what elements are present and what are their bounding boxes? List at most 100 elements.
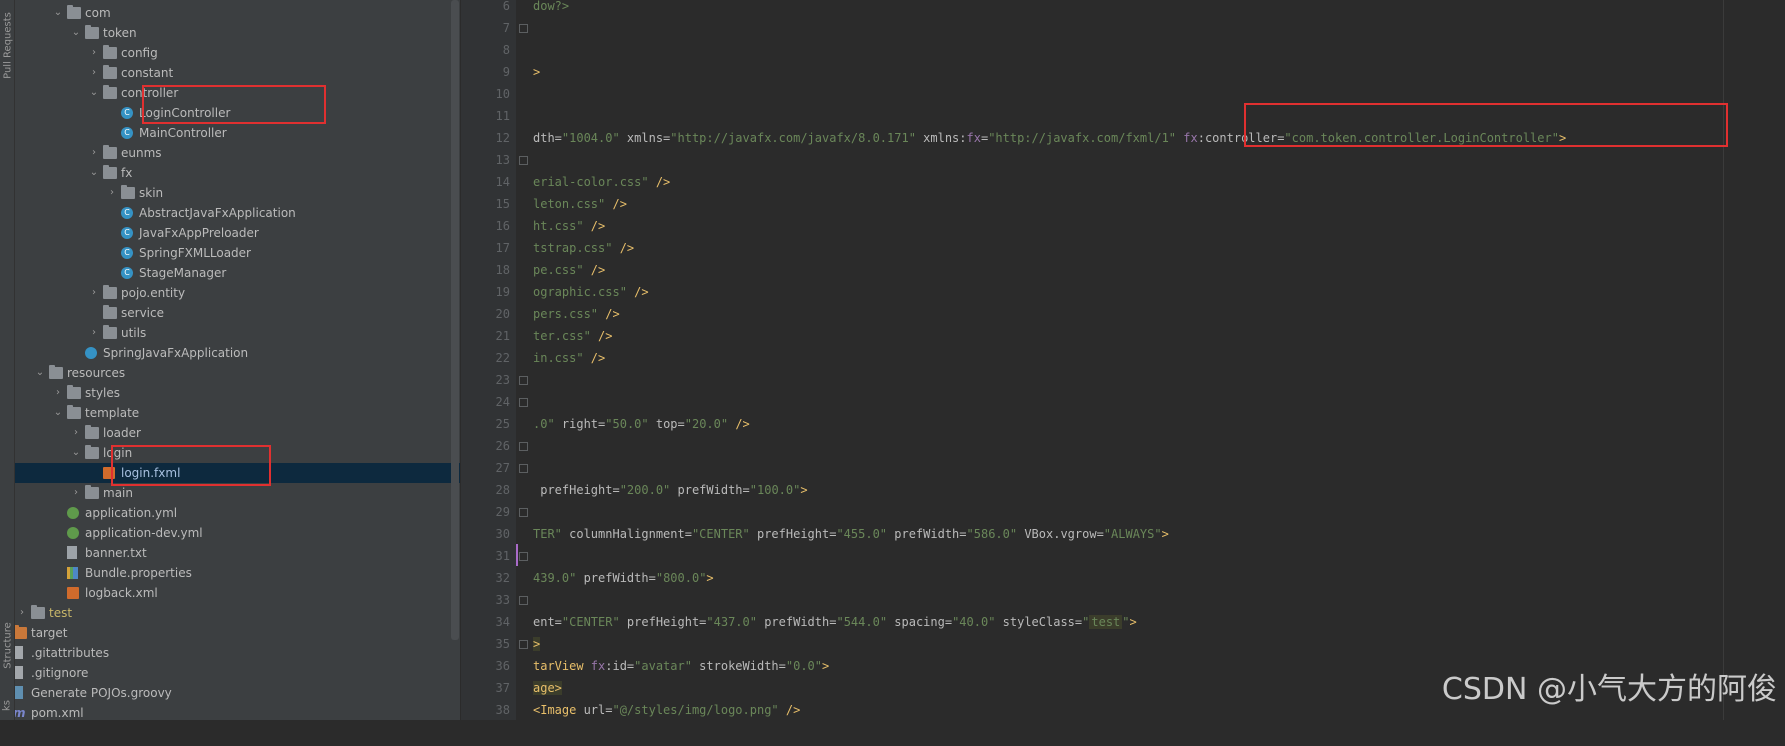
chevron-down-icon[interactable]: ⌄ xyxy=(71,23,81,43)
tree-item[interactable]: ⌄ token xyxy=(15,23,460,43)
code-line[interactable]: dth="1004.0" xmlns="http://javafx.com/ja… xyxy=(533,127,1566,149)
tree-item[interactable]: ⌄ template xyxy=(15,403,460,423)
code-line[interactable]: ter.css" /> xyxy=(533,325,612,347)
fold-marker-icon[interactable] xyxy=(519,508,528,517)
code-line[interactable]: ent="CENTER" prefHeight="437.0" prefWidt… xyxy=(533,611,1137,633)
chevron-down-icon[interactable]: ⌄ xyxy=(53,403,63,423)
tree-item[interactable]: C AbstractJavaFxApplication xyxy=(15,203,460,223)
chevron-right-icon[interactable]: › xyxy=(89,323,99,343)
fold-marker-icon[interactable] xyxy=(519,552,528,561)
tree-item[interactable]: C JavaFxAppPreloader xyxy=(15,223,460,243)
chevron-right-icon[interactable]: › xyxy=(71,483,81,503)
tree-item[interactable]: › eunms xyxy=(15,143,460,163)
code-line[interactable]: TER" columnHalignment="CENTER" prefHeigh… xyxy=(533,523,1169,545)
chevron-right-icon[interactable]: › xyxy=(89,283,99,303)
tree-item[interactable]: › constant xyxy=(15,63,460,83)
tree-item[interactable]: ⌄ resources xyxy=(15,363,460,383)
code-line[interactable]: erial-color.css" /> xyxy=(533,171,670,193)
tree-item[interactable]: ›target xyxy=(15,623,460,643)
chevron-down-icon[interactable]: ⌄ xyxy=(71,443,81,463)
tree-item[interactable]: C LoginController xyxy=(15,103,460,123)
tree-item[interactable]: logback.xml xyxy=(15,583,460,603)
chevron-down-icon[interactable]: ⌄ xyxy=(89,83,99,103)
tree-item[interactable]: Bundle.properties xyxy=(15,563,460,583)
tree-item[interactable]: › utils xyxy=(15,323,460,343)
code-line[interactable]: > xyxy=(533,61,540,83)
code-line[interactable]: 439.0" prefWidth="800.0"> xyxy=(533,567,714,589)
chevron-right-icon[interactable]: › xyxy=(71,423,81,443)
code-line[interactable]: leton.css" /> xyxy=(533,193,627,215)
fold-marker-icon[interactable] xyxy=(519,640,528,649)
tree-item[interactable]: ⌄ login xyxy=(15,443,460,463)
code-line[interactable]: prefHeight="200.0" prefWidth="100.0"> xyxy=(533,479,807,501)
tree-item-label: login.fxml xyxy=(121,466,181,480)
tree-item[interactable]: login.fxml xyxy=(15,463,460,483)
chevron-right-icon[interactable]: › xyxy=(17,603,27,623)
tree-item[interactable]: ⌄ fx xyxy=(15,163,460,183)
tree-item[interactable]: C SpringFXMLLoader xyxy=(15,243,460,263)
code-line[interactable]: pers.css" /> xyxy=(533,303,620,325)
pull-requests-tab[interactable]: Pull Requests xyxy=(3,6,14,86)
tree-item[interactable]: › main xyxy=(15,483,460,503)
tree-scrollbar[interactable] xyxy=(451,0,459,640)
code-line[interactable]: dow?> xyxy=(533,0,569,17)
tree-item[interactable]: .gitattributes xyxy=(15,643,460,663)
tree-item[interactable]: › styles xyxy=(15,383,460,403)
tree-item[interactable]: banner.txt xyxy=(15,543,460,563)
line-number: 35 xyxy=(495,637,510,651)
tree-item-label: pojo.entity xyxy=(121,286,186,300)
tree-item[interactable]: ⌄ com xyxy=(15,3,460,23)
tree-item-label: constant xyxy=(121,66,174,80)
fold-marker-icon[interactable] xyxy=(519,596,528,605)
code-line[interactable]: > xyxy=(533,633,541,655)
fold-marker-icon[interactable] xyxy=(519,376,528,385)
tree-item[interactable]: › config xyxy=(15,43,460,63)
fold-marker-icon[interactable] xyxy=(519,398,528,407)
fold-marker-icon[interactable] xyxy=(519,24,528,33)
tree-item[interactable]: › pojo.entity xyxy=(15,283,460,303)
fold-marker-icon[interactable] xyxy=(519,442,528,451)
tree-item[interactable]: › loader xyxy=(15,423,460,443)
tree-item[interactable]: ⌄ controller xyxy=(15,83,460,103)
code-line[interactable]: pe.css" /> xyxy=(533,259,605,281)
tree-item[interactable]: m pom.xml xyxy=(15,703,460,720)
fold-marker-icon[interactable] xyxy=(519,464,528,473)
tree-item[interactable]: › test xyxy=(15,603,460,623)
code-line[interactable]: .0" right="50.0" top="20.0" /> xyxy=(533,413,750,435)
chevron-right-icon[interactable]: › xyxy=(89,63,99,83)
tree-item[interactable]: application-dev.yml xyxy=(15,523,460,543)
chevron-right-icon[interactable]: › xyxy=(53,383,63,403)
line-number: 21 xyxy=(495,329,510,343)
chevron-down-icon[interactable]: ⌄ xyxy=(53,3,63,23)
line-number: 22 xyxy=(495,351,510,365)
code-line[interactable]: ht.css" /> xyxy=(533,215,605,237)
code-line[interactable]: age> xyxy=(533,677,562,699)
folder-icon xyxy=(103,305,117,319)
tree-item[interactable]: C StageManager xyxy=(15,263,460,283)
tree-item[interactable]: service xyxy=(15,303,460,323)
chevron-right-icon[interactable]: › xyxy=(107,183,117,203)
code-line[interactable]: tarView fx:id="avatar" strokeWidth="0.0"… xyxy=(533,655,829,677)
code-line[interactable]: tstrap.css" /> xyxy=(533,237,634,259)
tree-item[interactable]: SpringJavaFxApplication xyxy=(15,343,460,363)
tree-item[interactable]: Generate POJOs.groovy xyxy=(15,683,460,703)
code-line[interactable]: ographic.css" /> xyxy=(533,281,649,303)
tree-item[interactable]: application.yml xyxy=(15,503,460,523)
chevron-down-icon[interactable]: ⌄ xyxy=(89,163,99,183)
ide-window: Pull Requests Structure ks ⌄ com ⌄ token › co… xyxy=(0,0,1785,720)
tree-item[interactable]: › skin xyxy=(15,183,460,203)
tree-item-label: skin xyxy=(139,186,164,200)
code-line[interactable]: in.css" /> xyxy=(533,347,605,369)
tree-item[interactable]: C MainController xyxy=(15,123,460,143)
tree-item-label: target xyxy=(31,626,68,640)
chevron-right-icon[interactable]: › xyxy=(89,143,99,163)
bookmarks-tab[interactable]: ks xyxy=(2,666,13,746)
project-tree[interactable]: ⌄ com ⌄ token › config › constant ⌄ controller C Lo… xyxy=(15,0,460,720)
line-number: 15 xyxy=(495,197,510,211)
code-line[interactable]: <Image url="@/styles/img/logo.png" /> xyxy=(533,699,800,721)
chevron-down-icon[interactable]: ⌄ xyxy=(35,363,45,383)
tree-item[interactable]: .gitignore xyxy=(15,663,460,683)
folder-icon xyxy=(85,425,99,439)
chevron-right-icon[interactable]: › xyxy=(89,43,99,63)
fold-marker-icon[interactable] xyxy=(519,156,528,165)
